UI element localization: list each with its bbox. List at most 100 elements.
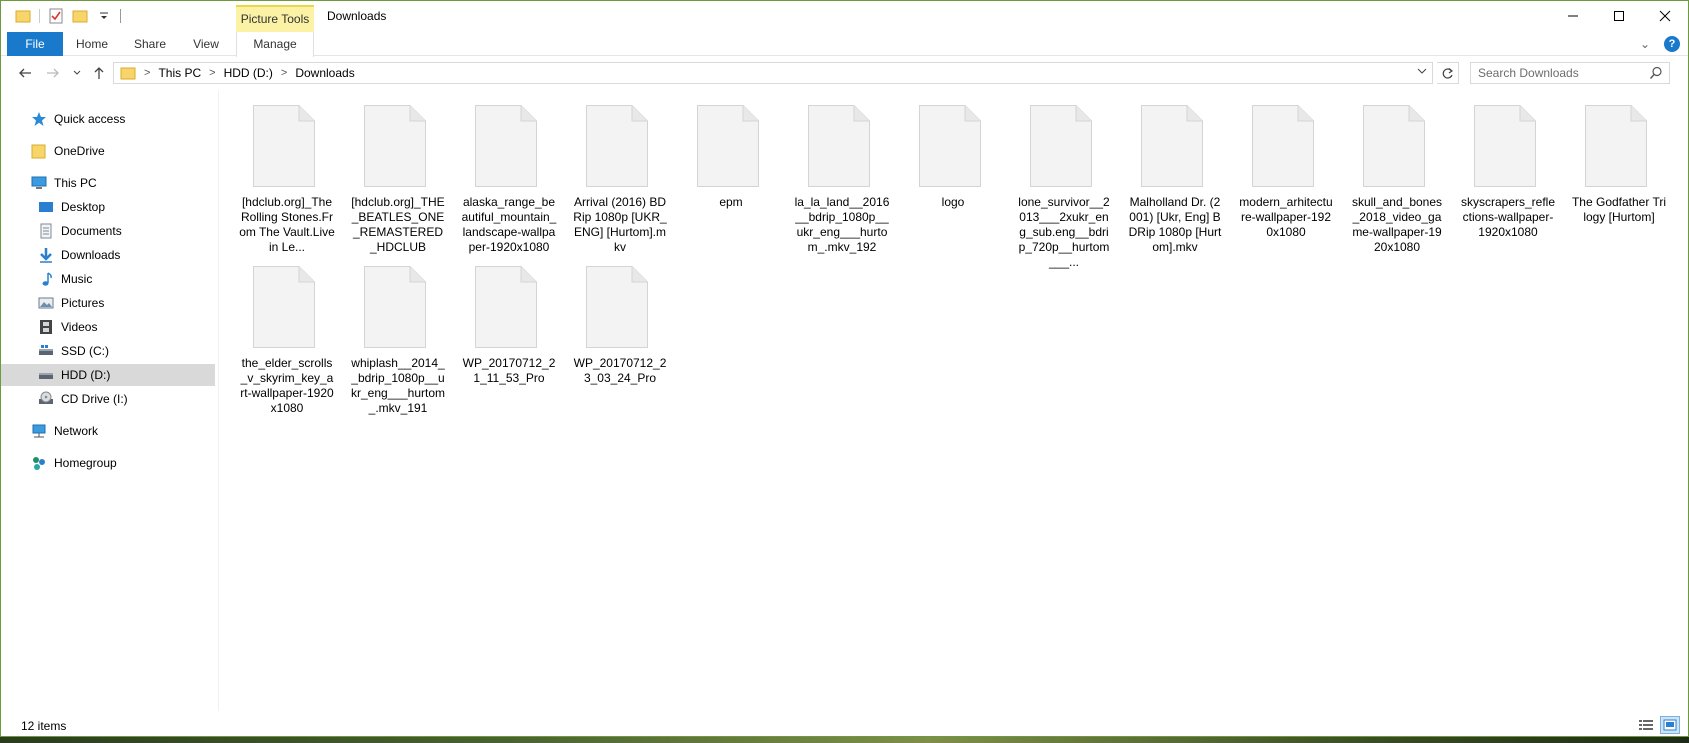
sidebar-item-cd-drive-i[interactable]: CD Drive (I:) (1, 388, 215, 410)
file-item[interactable]: WP_20170712_23_03_24_Pro (560, 252, 666, 413)
documents-icon (38, 223, 54, 239)
file-name: WP_20170712_23_03_24_Pro (573, 356, 667, 385)
tab-file[interactable]: File (7, 32, 63, 56)
sidebar-item-label: Documents (61, 224, 122, 238)
back-arrow-icon (19, 68, 31, 78)
file-name: [hdclub.org]_The Rolling Stones.From The… (239, 195, 335, 254)
file-item[interactable]: epm (671, 91, 775, 252)
star-icon (31, 111, 47, 127)
tab-share[interactable]: Share (124, 32, 176, 56)
up-arrow-icon (94, 67, 104, 79)
file-item[interactable]: logo (893, 91, 997, 252)
file-item[interactable]: alaska_range_beautiful_mountain_landscap… (449, 91, 556, 254)
close-icon (1659, 10, 1671, 22)
blank-file-icon (253, 105, 315, 187)
tab-manage[interactable]: Manage (236, 32, 314, 57)
sidebar-item-quick-access[interactable]: Quick access (1, 108, 215, 130)
large-icons-view-button[interactable] (1660, 716, 1680, 734)
breadcrumb-separator[interactable]: > (281, 67, 287, 79)
search-box[interactable] (1470, 62, 1670, 84)
back-button[interactable] (15, 63, 35, 83)
file-name: WP_20170712_21_11_53_Pro (462, 356, 556, 385)
divider (39, 9, 40, 23)
breadcrumb-separator[interactable]: > (209, 67, 215, 79)
file-item[interactable]: lone_survivor__2013___2xukr_eng_sub.eng_… (1004, 91, 1110, 269)
close-button[interactable] (1642, 1, 1688, 31)
maximize-button[interactable] (1596, 1, 1642, 31)
address-dropdown-button[interactable] (1416, 65, 1428, 80)
large-icons-view-icon (1663, 719, 1677, 731)
breadcrumb-downloads[interactable]: Downloads (295, 66, 354, 80)
desktop-wallpaper-strip (0, 737, 1689, 743)
forward-arrow-icon (47, 68, 59, 78)
folder-icon[interactable] (15, 8, 31, 24)
file-item[interactable]: skyscrapers_reflections-wallpaper-1920x1… (1448, 91, 1555, 252)
sidebar-item-downloads[interactable]: Downloads (1, 244, 215, 266)
file-item[interactable]: la_la_land__2016__bdrip_1080p__ukr_eng__… (782, 91, 889, 254)
up-button[interactable] (89, 63, 109, 83)
file-item[interactable]: [hdclub.org]_THE_BEATLES_ONE_REMASTERED_… (338, 91, 445, 254)
blank-file-icon (364, 105, 426, 187)
item-count: 12 items (21, 719, 67, 733)
sidebar-item-videos[interactable]: Videos (1, 316, 215, 338)
properties-icon[interactable] (48, 8, 64, 24)
picture-tools-context-label: Picture Tools (236, 5, 314, 32)
file-item[interactable]: WP_20170712_21_11_53_Pro (449, 252, 555, 413)
homegroup-icon (31, 455, 47, 471)
refresh-button[interactable] (1437, 62, 1459, 84)
help-icon[interactable]: ? (1664, 36, 1680, 52)
blank-file-icon (586, 105, 648, 187)
sidebar-item-label: Network (54, 424, 99, 438)
recent-locations-button[interactable] (67, 63, 87, 83)
file-item[interactable]: whiplash__2014__bdrip_1080p__ukr_eng___h… (338, 252, 445, 415)
divider (120, 9, 121, 23)
file-name: modern_arhitecture-wallpaper-1920x1080 (1239, 195, 1333, 239)
sidebar-item-hdd-d[interactable]: HDD (D:) (1, 364, 215, 386)
breadcrumb-separator[interactable]: > (144, 67, 150, 79)
file-item[interactable]: Arrival (2016) BDRip 1080p [UKR_ENG] [Hu… (560, 91, 667, 254)
minimize-button[interactable] (1550, 1, 1596, 31)
sidebar-item-documents[interactable]: Documents (1, 220, 215, 242)
window-title: Downloads (327, 9, 387, 23)
blank-file-icon (697, 105, 759, 187)
file-item[interactable]: Malholland Dr. (2001) [Ukr, Eng] BDRip 1… (1115, 91, 1221, 254)
file-item[interactable]: skull_and_bones_2018_video_game-wallpape… (1337, 91, 1442, 254)
ribbon-right-controls: ⌄ ? (1640, 36, 1680, 52)
file-name: The Godfather Trilogy [Hurtom] (1571, 195, 1667, 224)
details-view-button[interactable] (1636, 716, 1656, 734)
expand-ribbon-icon[interactable]: ⌄ (1640, 37, 1650, 51)
file-item[interactable]: the_elder_scrolls_v_skyrim_key_art-wallp… (227, 252, 334, 415)
breadcrumb-hdd-d[interactable]: HDD (D:) (224, 66, 273, 80)
sidebar-item-network[interactable]: Network (1, 420, 215, 442)
sidebar-item-homegroup[interactable]: Homegroup (1, 452, 215, 474)
sidebar-item-label: Videos (61, 320, 98, 334)
sidebar-item-music[interactable]: Music (1, 268, 215, 290)
file-name: logo (941, 195, 965, 209)
customize-dropdown-icon[interactable] (96, 8, 112, 24)
sidebar-item-ssd-c[interactable]: SSD (C:) (1, 340, 215, 362)
address-bar[interactable]: > This PC > HDD (D:) > Downloads (113, 62, 1433, 84)
file-item[interactable]: The Godfather Trilogy [Hurtom] (1559, 91, 1666, 252)
sidebar-item-onedrive[interactable]: OneDrive (1, 140, 215, 162)
sidebar-item-label: Pictures (61, 296, 105, 310)
chevron-down-icon (73, 70, 81, 75)
download-arrow-icon (38, 247, 54, 263)
sidebar-item-label: Homegroup (54, 456, 117, 470)
file-explorer-window: Picture Tools Downloads File Home Share … (0, 0, 1689, 737)
sidebar-item-pictures[interactable]: Pictures (1, 292, 215, 314)
sidebar-item-desktop[interactable]: Desktop (1, 196, 215, 218)
tab-view[interactable]: View (183, 32, 229, 56)
blank-file-icon (1585, 105, 1647, 187)
file-item[interactable]: [hdclub.org]_The Rolling Stones.From The… (227, 91, 335, 254)
search-input[interactable] (1478, 66, 1643, 80)
search-icon[interactable] (1649, 66, 1663, 80)
sidebar-item-this-pc[interactable]: This PC (1, 172, 215, 194)
forward-button[interactable] (43, 63, 63, 83)
tab-home[interactable]: Home (67, 32, 117, 56)
navigation-pane: Quick access OneDrive This PC Desktop Do… (1, 91, 219, 711)
file-item[interactable]: modern_arhitecture-wallpaper-1920x1080 (1226, 91, 1333, 252)
pictures-icon (38, 295, 54, 311)
new-folder-icon[interactable] (72, 8, 88, 24)
breadcrumb-this-pc[interactable]: This PC (158, 66, 201, 80)
desktop-icon (38, 199, 54, 215)
